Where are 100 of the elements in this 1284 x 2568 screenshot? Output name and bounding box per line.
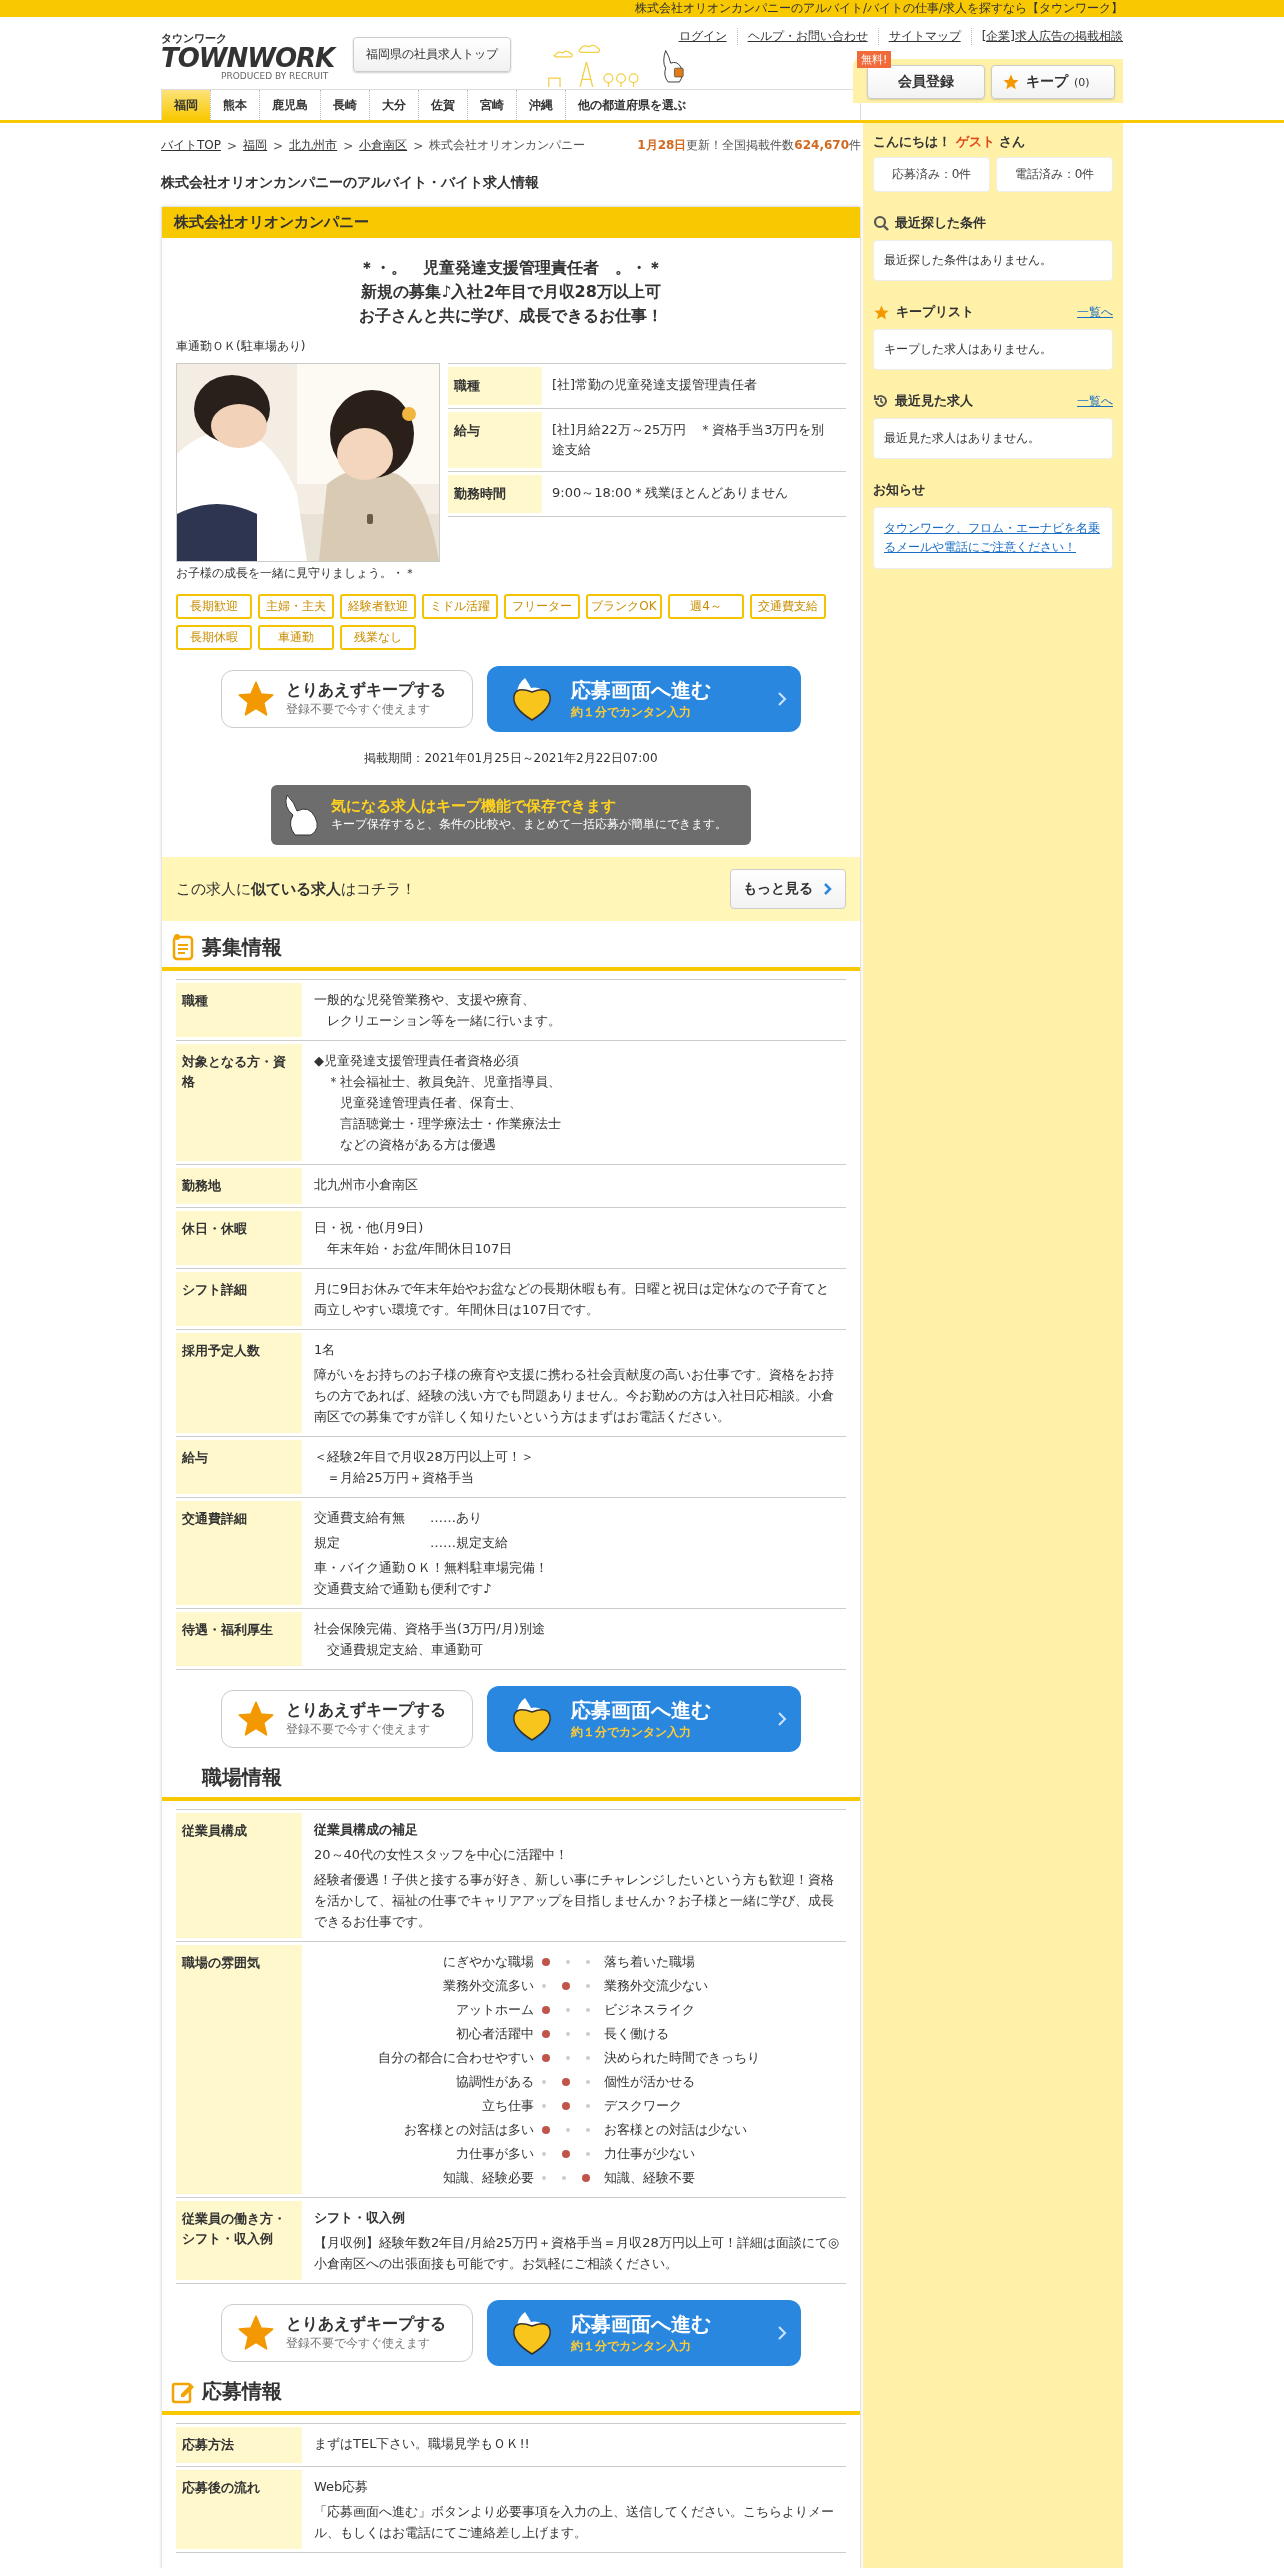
page-title: 株式会社オリオンカンパニーのアルバイト・バイト求人情報 bbox=[161, 174, 540, 192]
header-link[interactable]: [企業]求人広告の掲載相談 bbox=[970, 28, 1123, 45]
detail-text: ＜経験2年目で月収28万円以上可！＞ ＝月給25万円＋資格手当 bbox=[314, 1448, 535, 1487]
row-label: 従業員の働き方・シフト・収入例 bbox=[176, 2201, 302, 2280]
free-badge: 無料! bbox=[857, 51, 892, 68]
scale-right-label: ビジネスライク bbox=[603, 2001, 696, 2019]
keep-button[interactable]: とりあえずキープする 登録不要で今すぐ使えます bbox=[221, 670, 473, 728]
notice-link[interactable]: タウンワーク、フロム・エーナビを名乗るメールや電話にご注意ください！ bbox=[884, 519, 1102, 557]
breadcrumb-link[interactable]: 北九州市 bbox=[289, 137, 338, 154]
pair-label: 規定 bbox=[314, 1534, 341, 1552]
feature-tag: ブランクOK bbox=[586, 594, 662, 619]
similar-jobs-text: この求人に似ている求人はコチラ！ bbox=[176, 879, 416, 899]
keep-list-button[interactable]: キープ (0) bbox=[991, 65, 1115, 99]
top-page-button[interactable]: 福岡県の社員求人トップ bbox=[353, 37, 511, 72]
detail-text: 障がいをお持ちのお子様の療育や支援に携わる社会貢献度の高いお仕事です。資格をお持ちの方であれば、経験の浅い方でも問題ありません。今お勤めの方は入社日応相談。小倉南区での募集ですが詳しく知りたいという方はまずはお電話ください。 bbox=[314, 1366, 835, 1426]
count-button[interactable]: 電話済み：0件 bbox=[996, 157, 1113, 192]
catch-copy: お子さんと共に学び、成長できるお仕事！ bbox=[358, 305, 664, 327]
summary-label: 職種 bbox=[448, 367, 542, 405]
memo-icon bbox=[172, 933, 194, 961]
detail-text: まずはTEL下さい。職場見学もＯＫ!! bbox=[314, 2435, 531, 2453]
register-button[interactable]: 会員登録 bbox=[867, 65, 985, 99]
feature-tag: 車通勤 bbox=[258, 625, 334, 650]
breadcrumb-separator: > bbox=[343, 138, 354, 153]
count-button[interactable]: 応募済み：0件 bbox=[873, 157, 990, 192]
breadcrumb-link[interactable]: 福岡 bbox=[243, 137, 268, 154]
breadcrumb-link[interactable]: 小倉南区 bbox=[359, 137, 408, 154]
note-text: 車通勤ＯＫ(駐車場あり) bbox=[176, 338, 307, 355]
posting-period: 掲載期間：2021年01月25日～2021年2月22日07:00 bbox=[363, 750, 659, 767]
row-label: 交通費詳細 bbox=[176, 1501, 302, 1605]
prefecture-tab[interactable]: 福岡 bbox=[162, 90, 210, 120]
keep-button[interactable]: とりあえずキープする 登録不要で今すぐ使えます bbox=[221, 1690, 473, 1748]
scale-right-label: お客様との対話は少ない bbox=[603, 2121, 748, 2139]
summary-value: [社]月給22万～25万円 ＊資格手当3万円を別途支給 bbox=[551, 421, 826, 459]
list-link[interactable]: 一覧へ bbox=[1077, 303, 1113, 321]
row-label: 応募後の流れ bbox=[176, 2470, 302, 2549]
company-name: 株式会社オリオンカンパニー bbox=[174, 213, 369, 231]
tagline: 株式会社オリオンカンパニーのアルバイト/バイトの仕事/求人を探すなら【タウンワーク】 bbox=[634, 0, 1123, 17]
panel-title: キープリスト bbox=[896, 303, 974, 321]
scale-right-label: 個性が活かせる bbox=[603, 2073, 696, 2091]
list-link[interactable]: 一覧へ bbox=[1077, 392, 1113, 410]
scale-right-label: デスクワーク bbox=[603, 2097, 683, 2115]
scale-left-label: 立ち仕事 bbox=[481, 2097, 534, 2115]
logo-wordmark[interactable]: TOWNWORK bbox=[161, 45, 351, 71]
detail-text: 「応募画面へ進む」ボタンより必要事項を入力の上、送信してください。こちらよりメール、もしくはお電話にてご連絡差し上げます。 bbox=[314, 2503, 835, 2542]
scale-left-label: 自分の都合に合わせやすい bbox=[377, 2049, 534, 2067]
scale-left-label: 力仕事が多い bbox=[455, 2145, 534, 2163]
detail-text: Web応募 bbox=[314, 2478, 370, 2496]
feature-tag: 主婦・主夫 bbox=[258, 594, 334, 619]
photo-caption: お子様の成長を一緒に見守りましょう。・＊ bbox=[176, 565, 417, 582]
row-label: 給与 bbox=[176, 1440, 302, 1494]
keep-button[interactable]: とりあえずキープする 登録不要で今すぐ使えます bbox=[221, 2304, 473, 2362]
detail-text: 一般的な児発管業務や、支援や療育、 レクリエーション等を一緒に行います。 bbox=[314, 991, 562, 1030]
chevron-icon bbox=[777, 2325, 787, 2341]
section-title: 応募情報 bbox=[202, 2378, 282, 2405]
scale-left-label: 知識、経験必要 bbox=[442, 2169, 534, 2187]
panel-title: 最近見た求人 bbox=[895, 392, 973, 410]
banner-title: 気になる求人はキープ機能で保存できます bbox=[331, 797, 617, 816]
row-label: 勤務地 bbox=[176, 1168, 302, 1204]
feature-tag: ミドル活躍 bbox=[422, 594, 498, 619]
catch-copy: ＊・。 児童発達支援管理責任者 。・＊ bbox=[358, 257, 664, 279]
row-label: シフト詳細 bbox=[176, 1272, 302, 1326]
feature-tag: 経験者歓迎 bbox=[340, 594, 416, 619]
feature-tag: 残業なし bbox=[340, 625, 416, 650]
summary-value: [社]常勤の児童発達支援管理責任者 bbox=[551, 376, 759, 394]
pair-value: ……規定支給 bbox=[430, 1534, 508, 1552]
chevron-icon bbox=[823, 883, 833, 895]
logo-kana[interactable]: タウンワーク bbox=[161, 33, 351, 45]
row-label: 採用予定人数 bbox=[176, 1333, 302, 1433]
panel-title: 最近探した条件 bbox=[895, 214, 986, 232]
logo-byline: PRODUCED BY RECRUIT bbox=[221, 71, 330, 82]
feature-tag: フリーター bbox=[504, 594, 580, 619]
row-label: 職場の雰囲気 bbox=[176, 1945, 302, 2194]
detail-text: 20～40代の女性スタッフを中心に活躍中！ bbox=[314, 1846, 570, 1864]
more-button[interactable]: もっと見る bbox=[730, 869, 846, 909]
apply-button[interactable]: 応募画面へ進む 約１分でカンタン入力 bbox=[487, 2300, 801, 2366]
update-notice: 1月28日更新！全国掲載件数624,670件 bbox=[637, 137, 861, 154]
header-link[interactable]: ログイン bbox=[668, 28, 737, 45]
star-icon bbox=[236, 2313, 276, 2353]
detail-text: 月に9日お休みで年末年始やお盆などの長期休暇も有。日曜と祝日は定休なので子育てと両立しやすい環境です。年間休日は107日です。 bbox=[314, 1280, 831, 1319]
apply-button[interactable]: 応募画面へ進む 約１分でカンタン入力 bbox=[487, 1686, 801, 1752]
detail-heading: シフト・収入例 bbox=[314, 2209, 406, 2227]
scale-right-label: 決められた時間できっちり bbox=[603, 2049, 761, 2067]
pair-value: ……あり bbox=[430, 1509, 482, 1527]
feature-tag: 交通費支給 bbox=[750, 594, 826, 619]
header-link[interactable]: サイトマップ bbox=[877, 28, 971, 45]
scale-right-label: 力仕事が少ない bbox=[603, 2145, 696, 2163]
history-icon bbox=[873, 393, 889, 409]
scale-right-label: 落ち着いた職場 bbox=[603, 1953, 696, 1971]
breadcrumb-link[interactable]: バイトTOP bbox=[161, 137, 221, 154]
feature-tag: 長期歓迎 bbox=[176, 594, 252, 619]
feature-tag: 週4～ bbox=[668, 594, 744, 619]
breadcrumb-current: 株式会社オリオンカンパニー bbox=[429, 137, 586, 154]
panel-text: 最近見た求人はありません。 bbox=[884, 431, 1040, 445]
header-link[interactable]: ヘルプ・お問い合わせ bbox=[736, 28, 878, 45]
panel-text: キープした求人はありません。 bbox=[884, 342, 1052, 356]
feature-tag: 長期休暇 bbox=[176, 625, 252, 650]
scale-left-label: 協調性がある bbox=[455, 2073, 534, 2091]
apply-button[interactable]: 応募画面へ進む 約１分でカンタン入力 bbox=[487, 666, 801, 732]
star-icon bbox=[236, 1699, 276, 1739]
keep-banner[interactable]: 気になる求人はキープ機能で保存できます キープ保存すると、条件の比較や、まとめて一括応募が簡単にできます。 bbox=[271, 785, 751, 845]
